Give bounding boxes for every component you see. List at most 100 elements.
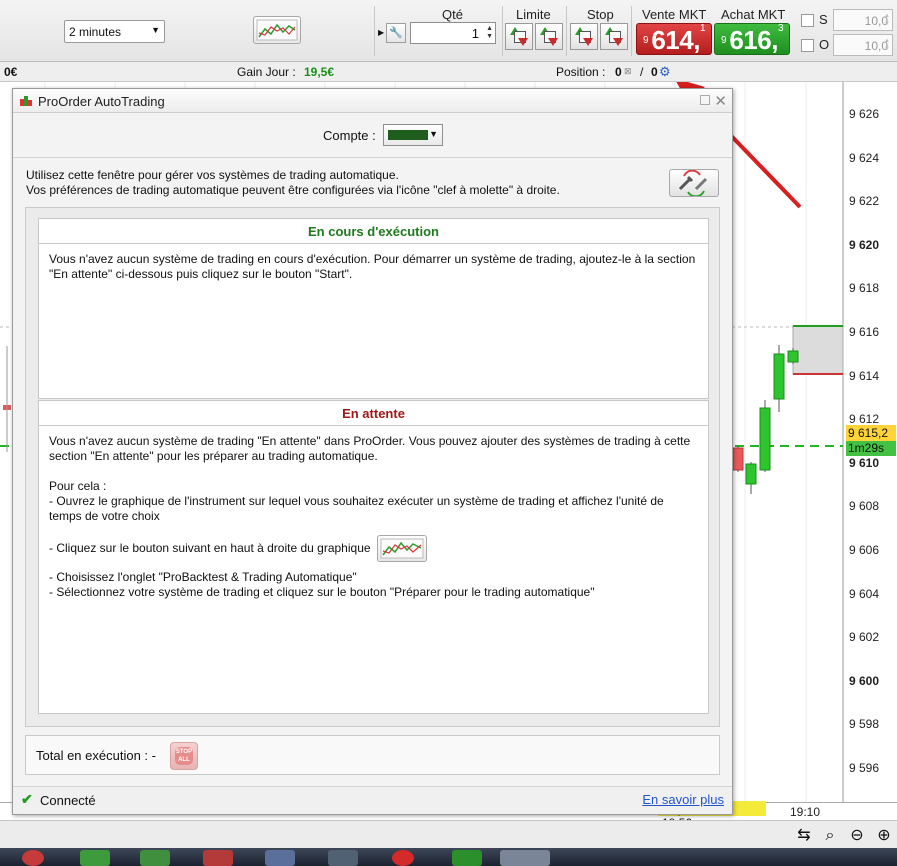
limit-buy-button[interactable] (505, 23, 533, 50)
divider (13, 157, 732, 158)
preferences-button[interactable] (669, 169, 719, 198)
gain-label: Gain Jour : (237, 65, 296, 79)
s-label: S (819, 12, 828, 27)
position-label: Position : (556, 65, 606, 79)
timeframe-value: 2 minutes (69, 25, 122, 39)
time-label-last: 19:10 (790, 805, 821, 819)
sell-price: 614, (651, 25, 700, 55)
quantity-stepper-icon[interactable]: ▲ ▼ (486, 25, 493, 41)
price-axis-label: 9 608 (849, 499, 880, 514)
connection-status: Connecté (40, 793, 96, 808)
qty-label: Qté (442, 7, 463, 22)
zoom-in-icon[interactable]: ⊕ (874, 826, 894, 846)
pending-empty-text: Vous n'avez aucun système de trading "En… (49, 434, 691, 463)
account-info-bar: 0€ Gain Jour : 19,5€ Position : 0 ⊠ / 0 … (0, 62, 897, 82)
chevron-down-icon: ▼ (151, 25, 160, 35)
candles (732, 345, 799, 494)
buy-market-button[interactable]: 9 616,3 (714, 23, 790, 55)
gear-icon[interactable]: ⚙ (659, 64, 671, 80)
account-label: Compte : (323, 128, 376, 143)
price-axis-label: 9 598 (849, 717, 880, 732)
balance-value: 0€ (4, 65, 18, 79)
taskbar-app-icon[interactable] (500, 850, 550, 866)
stop-sell-button[interactable] (600, 23, 628, 50)
zoom-out-icon[interactable]: ⊖ (847, 826, 867, 846)
price-axis-label: 9 624 (849, 150, 880, 165)
s-stepper-icon[interactable]: ▲ ▼ (884, 12, 890, 28)
taskbar-app-icon[interactable] (80, 850, 110, 866)
pending-section-header: En attente (38, 400, 709, 426)
sell-market-button[interactable]: 9 614,1 (636, 23, 712, 55)
intro-text-line2: Vos préférences de trading automatique p… (26, 183, 560, 197)
price-axis-label: 9 606 (849, 543, 880, 557)
fit-chart-icon[interactable]: ⇆ (794, 826, 814, 846)
pending-howto: Pour cela : (49, 479, 107, 493)
chart-indicator-icon (256, 19, 298, 41)
pending-section-title: En attente (342, 406, 405, 421)
position-long: 0 (651, 65, 658, 79)
arrow-down-icon (518, 38, 528, 46)
taskbar-app-icon[interactable] (392, 850, 414, 866)
limit-sell-button[interactable] (535, 23, 563, 50)
pending-step1: - Ouvrez le graphique de l'instrument su… (49, 494, 664, 523)
chart-tools-button-inline[interactable] (376, 535, 427, 562)
chart-indicator-icon (380, 538, 424, 559)
close-icon[interactable]: ✕ (714, 92, 727, 110)
timeframe-select[interactable]: 2 minutes ▼ (64, 20, 165, 43)
current-price-tag: 9 615,2 (846, 425, 896, 441)
position-short: 0 (615, 65, 622, 79)
close-position-icon[interactable]: ⊠ (624, 66, 632, 77)
arrow-down-icon (583, 38, 593, 46)
learn-more-link[interactable]: En savoir plus (642, 792, 724, 807)
quantity-input[interactable]: 1 ▲ ▼ (410, 22, 496, 44)
toolbar-divider (566, 6, 567, 56)
window-titlebar[interactable]: ProOrder AutoTrading ✕ (13, 89, 732, 113)
o-stepper-icon[interactable]: ▲ ▼ (884, 37, 890, 53)
price-axis-label: 9 620 (849, 237, 880, 252)
taskbar-app-icon[interactable] (203, 850, 233, 866)
taskbar-app-icon[interactable] (22, 850, 44, 866)
pending-step2: - Cliquez sur le bouton suivant en haut … (49, 541, 371, 555)
arrow-down-icon (548, 38, 558, 46)
account-swatch (388, 130, 428, 140)
chart-tools-button[interactable] (253, 16, 301, 44)
stop-all-button[interactable]: STOP ALL (170, 742, 198, 770)
settings-wrench-button[interactable]: 🔧 (386, 23, 406, 43)
check-icon: ✔ (21, 791, 33, 807)
toolbar-divider (374, 6, 375, 56)
price-axis-label: 9 602 (849, 630, 880, 645)
maximize-icon[interactable] (700, 95, 710, 105)
window-status-bar: ✔ Connecté En savoir plus (13, 786, 732, 814)
pending-step3: - Choisissez l'onglet "ProBacktest & Tra… (49, 570, 357, 584)
zoom-auto-icon[interactable]: ⌕ (820, 826, 840, 846)
stop-buy-button[interactable] (570, 23, 598, 50)
running-empty-text: Vous n'avez aucun système de trading en … (49, 252, 696, 281)
pending-step4: - Sélectionnez votre système de trading … (49, 585, 595, 599)
taskbar-app-icon[interactable] (140, 850, 170, 866)
taskbar-app-icon[interactable] (265, 850, 295, 866)
buy-price-prefix: 9 (721, 35, 727, 46)
proorder-logo-icon (20, 96, 32, 106)
o-value-input[interactable]: 10,0 ▲ ▼ (833, 34, 893, 56)
systems-panels: En cours d'exécution Vous n'avez aucun s… (25, 207, 720, 727)
sell-mkt-label: Vente MKT (642, 7, 707, 22)
s-value-input[interactable]: 10,0 ▲ ▼ (833, 9, 893, 31)
pending-step2-row: - Cliquez sur le bouton suivant en haut … (49, 535, 698, 562)
account-select[interactable]: ▼ (383, 124, 443, 146)
running-section-header: En cours d'exécution (38, 218, 709, 244)
autotrading-window: ProOrder AutoTrading ✕ Compte : ▼ Utilis… (12, 88, 733, 815)
total-running-bar: Total en exécution : - STOP ALL (25, 735, 720, 775)
total-running-label: Total en exécution : - (36, 748, 156, 763)
taskbar-app-icon[interactable] (328, 850, 358, 866)
pending-section-body: Vous n'avez aucun système de trading "En… (38, 426, 709, 714)
toolbar-divider (502, 6, 503, 56)
price-axis-label: 9 616 (849, 325, 880, 339)
limit-label: Limite (516, 7, 551, 22)
o-label: O (819, 37, 830, 52)
expand-arrow-icon[interactable]: ▶ (378, 28, 384, 37)
taskbar-app-icon[interactable] (452, 850, 482, 866)
o-checkbox[interactable] (801, 39, 814, 52)
stop-label: Stop (587, 7, 614, 22)
price-axis-label: 9 618 (849, 281, 880, 296)
s-checkbox[interactable] (801, 14, 814, 27)
